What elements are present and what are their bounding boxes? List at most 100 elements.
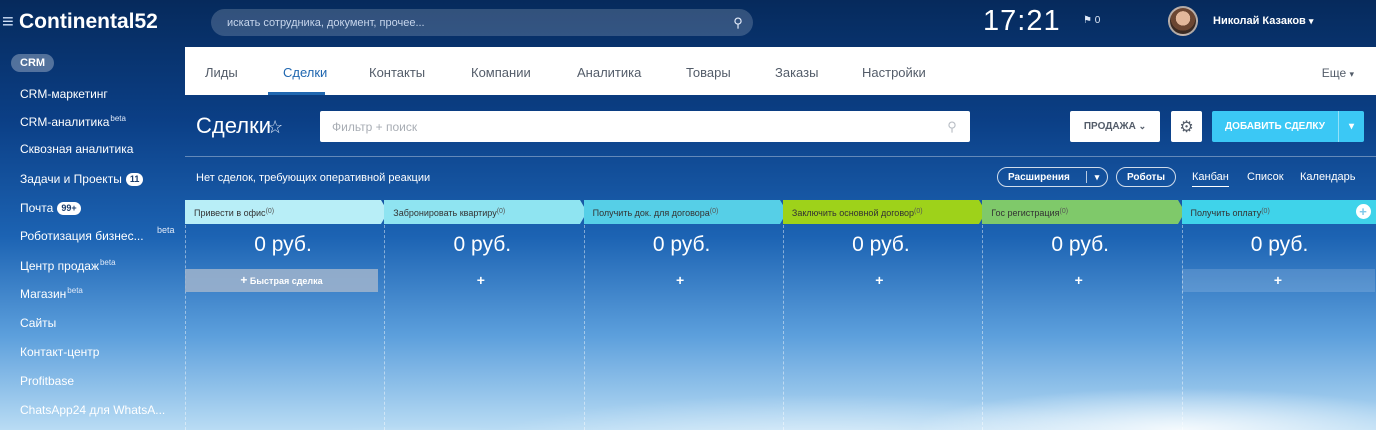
stage-count: (0) [1059, 208, 1069, 215]
stage-header[interactable]: Гос регистрация(0) [982, 200, 1179, 224]
view-list[interactable]: Список [1247, 171, 1284, 183]
stage-header[interactable]: Получить док. для договора(0) [583, 200, 780, 224]
filter-search-input[interactable] [320, 118, 934, 135]
chevron-down-icon: ⌄ [1138, 121, 1147, 131]
global-search-input[interactable] [211, 15, 723, 30]
beta-label: beta [67, 286, 83, 295]
stage-sum: 0 руб. [1250, 233, 1309, 256]
top-bar: ≡ Continental52 ⚲ 17:21 ⚑ 0 Николай Каза… [0, 0, 1376, 46]
crm-tabs: Лиды Сделки Контакты Компании Аналитика Товар… [185, 47, 1376, 95]
stage-name: Гос регистрация [991, 208, 1060, 218]
kanban-column: Получить оплату(0) + 0 руб. + [1181, 200, 1376, 430]
sidebar-item[interactable]: Почта 99+ [20, 201, 81, 215]
sidebar-item[interactable]: Сквозная аналитика [20, 142, 133, 156]
sale-button-label: ПРОДАЖА [1083, 121, 1136, 132]
tab-item[interactable]: Аналитика [577, 65, 641, 80]
sidebar-item[interactable]: ChatsApp24 для WhatsA... [20, 403, 165, 417]
plus-icon: + [676, 272, 685, 288]
chevron-down-icon[interactable]: ▾ [1087, 172, 1107, 183]
sidebar-item[interactable]: Сайты [20, 316, 56, 330]
sidebar-item-label: Контакт-центр [20, 345, 100, 359]
sidebar-item[interactable]: Магазинbeta [20, 286, 83, 301]
search-icon[interactable]: ⚲ [723, 15, 753, 31]
kanban-column: Заключить основной договор(0) 0 руб. + [782, 200, 986, 430]
tab-item[interactable]: Сделки [283, 65, 327, 80]
sidebar-item-label: Почта [20, 201, 54, 215]
header-divider [185, 156, 1376, 157]
add-deal-button[interactable]: ДОБАВИТЬ СДЕЛКУ ▾ [1212, 111, 1364, 142]
tab-more-label: Еще [1321, 66, 1347, 80]
sidebar-item-label: Задачи и Проекты [20, 172, 122, 186]
sidebar-item-label: CRM-аналитика [20, 115, 110, 129]
sidebar-item-label: Центр продаж [20, 259, 99, 273]
notifications-flag[interactable]: ⚑ 0 [1083, 15, 1100, 26]
menu-icon[interactable]: ≡ [2, 11, 14, 34]
stage-name: Получить оплату [1190, 208, 1262, 218]
user-avatar[interactable] [1168, 6, 1198, 36]
tab-more[interactable]: Еще ▾ [1322, 66, 1354, 80]
kanban-column: Гос регистрация(0) 0 руб. + [982, 200, 1186, 430]
plus-icon: + [240, 273, 248, 287]
stage-header[interactable]: Забронировать квартиру(0) [384, 200, 581, 224]
plus-icon: + [476, 272, 485, 288]
user-menu[interactable]: Николай Казаков ▾ [1213, 15, 1313, 27]
beta-label: beta [99, 258, 116, 267]
sidebar-item[interactable]: Контакт-центр [20, 345, 99, 359]
filter-search: ⚲ [320, 111, 970, 142]
view-kanban[interactable]: Канбан [1192, 171, 1229, 187]
user-name: Николай Казаков [1213, 15, 1306, 27]
page-title: Сделки [196, 113, 271, 138]
tab-item[interactable]: Компании [471, 65, 531, 80]
stage-name: Привести в офис [194, 208, 266, 218]
portal-logo[interactable]: Continental52 [19, 10, 158, 34]
tab-item[interactable]: Товары [686, 65, 731, 80]
stage-sum: 0 руб. [254, 233, 312, 256]
plus-icon: + [1074, 272, 1083, 288]
active-tab-indicator [268, 92, 325, 95]
stage-count: (0) [914, 208, 923, 215]
sidebar-item[interactable]: Задачи и Проекты 11 [20, 172, 144, 186]
sidebar-item-label: ChatsApp24 для WhatsA... [20, 403, 166, 417]
stage-header[interactable]: Привести в офис(0) [185, 200, 381, 224]
sidebar-item-crm[interactable]: CRM [11, 54, 55, 72]
plus-icon: + [875, 272, 884, 288]
add-deal-plus[interactable]: + [783, 269, 976, 292]
add-deal-plus[interactable]: + [384, 269, 577, 292]
settings-button[interactable]: ⚙ [1171, 111, 1202, 142]
extensions-label: Расширения [1008, 171, 1070, 183]
chevron-down-icon[interactable]: ▾ [1339, 121, 1364, 132]
stage-name: Забронировать квартиру [393, 208, 497, 218]
stage-count: (0) [709, 208, 719, 215]
global-search: ⚲ [211, 9, 753, 36]
kanban-column: Получить док. для договора(0) 0 руб. + [583, 200, 787, 430]
add-deal-plus[interactable]: + [982, 269, 1175, 292]
chevron-down-icon: ▾ [1308, 16, 1314, 26]
stage-sum: 0 руб. [852, 233, 910, 256]
search-icon[interactable]: ⚲ [934, 119, 970, 135]
quick-deal-label: Быстрая сделка [249, 276, 323, 286]
view-calendar[interactable]: Календарь [1300, 171, 1356, 183]
star-icon[interactable]: ☆ [267, 117, 283, 138]
sidebar-item[interactable]: CRM-маркетинг [20, 87, 108, 101]
tab-item[interactable]: Настройки [862, 65, 926, 80]
tab-item[interactable]: Контакты [369, 65, 425, 80]
add-stage-icon[interactable]: + [1355, 204, 1371, 219]
quick-deal-button[interactable]: + Быстрая сделка [185, 269, 378, 292]
robots-button[interactable]: Роботы [1116, 167, 1176, 187]
clock[interactable]: 17:21 [983, 5, 1061, 38]
sidebar-item[interactable]: CRM-аналитикаbeta [20, 114, 126, 129]
tab-item[interactable]: Лиды [205, 65, 238, 80]
sidebar-item[interactable]: Роботизация бизнес... [20, 229, 144, 243]
sidebar-item[interactable]: Центр продажbeta [20, 258, 116, 273]
tab-item[interactable]: Заказы [775, 65, 818, 80]
sidebar-item[interactable]: Profitbase [20, 374, 74, 388]
extensions-button[interactable]: Расширения ▾ [997, 167, 1108, 187]
stage-sum: 0 руб. [1051, 233, 1109, 256]
kanban-column: Привести в офис(0) 0 руб. + Быстрая сделка [185, 200, 388, 430]
stage-header[interactable]: Получить оплату(0) + [1181, 200, 1376, 224]
sale-category-button[interactable]: ПРОДАЖА ⌄ [1070, 111, 1160, 142]
stage-name: Заключить основной договор [791, 208, 915, 218]
add-deal-plus[interactable]: + [1181, 269, 1375, 292]
add-deal-plus[interactable]: + [584, 269, 777, 292]
stage-header[interactable]: Заключить основной договор(0) [782, 200, 979, 224]
